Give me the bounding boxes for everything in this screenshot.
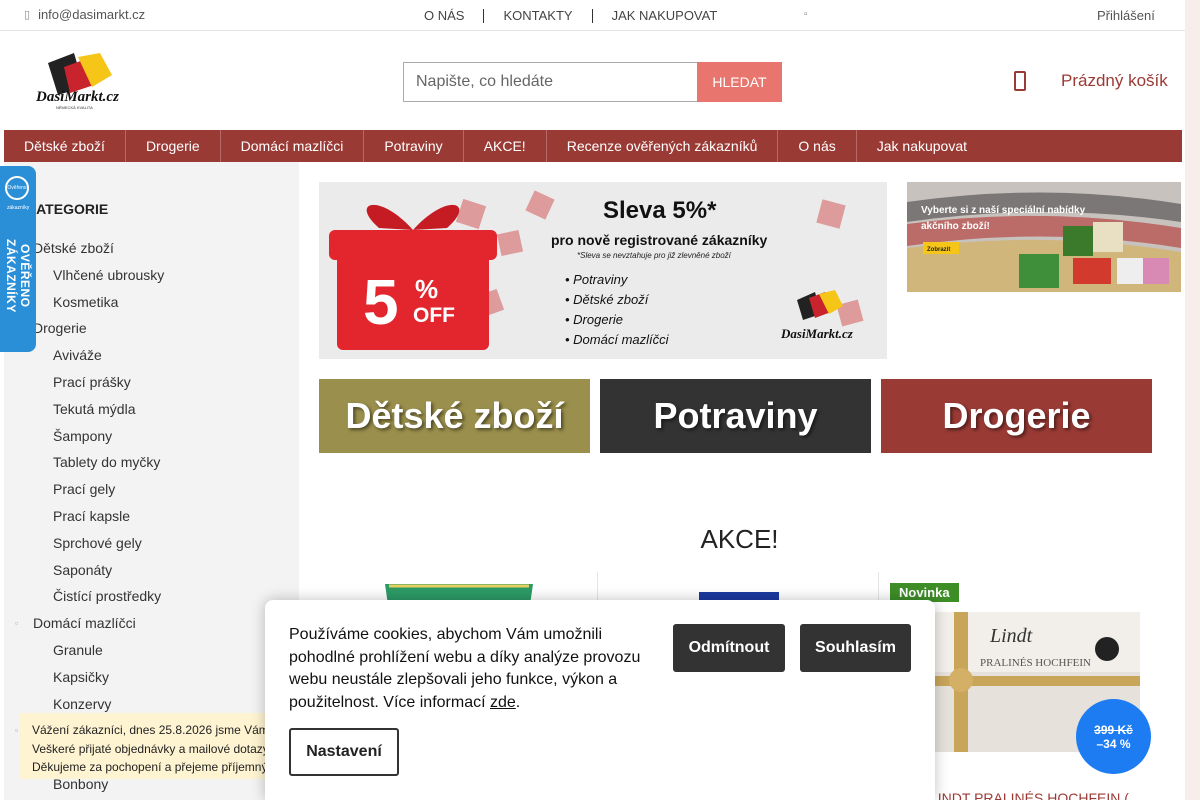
cookie-more-link[interactable]: zde <box>490 694 516 711</box>
top-link-o-nas[interactable]: O NÁS <box>424 8 464 23</box>
store-notice: Vážení zákazníci, dnes 25.8.2026 jsme Vá… <box>20 713 285 779</box>
verified-customers-badge[interactable]: Ověřeno zákazníky OVĚŘENO ZÁKAZNÍKY <box>0 166 36 352</box>
category-item[interactable]: Drogerie <box>4 315 299 342</box>
promo-percent: 5 <box>363 266 399 338</box>
promo-banner-main[interactable]: 5 % OFF Sleva 5%* pro nově registrované … <box>319 182 887 359</box>
svg-text:• Dětské zboží: • Dětské zboží <box>565 292 650 307</box>
discount-badge: 399 Kč –34 % <box>1076 699 1151 774</box>
tile-drogerie[interactable]: Drogerie <box>881 379 1152 453</box>
cookie-consent-dialog: Používáme cookies, abychom Vám umožnili … <box>265 600 935 800</box>
cookie-settings-button[interactable]: Nastavení <box>289 728 399 776</box>
subcategory-item[interactable]: Prací kapsle <box>4 503 299 530</box>
nav-potraviny[interactable]: Potraviny <box>364 130 464 162</box>
subcategory-item[interactable]: Prací prášky <box>4 369 299 396</box>
nav-jak-nakupovat[interactable]: Jak nakupovat <box>857 130 987 162</box>
nav-detske-zbozi[interactable]: Dětské zboží <box>4 130 126 162</box>
nav-domaci-mazlicci[interactable]: Domácí mazlíčci <box>221 130 365 162</box>
scrollbar[interactable] <box>1185 0 1200 800</box>
divider <box>591 8 593 23</box>
side-banner-button: Zobrazit <box>927 247 950 253</box>
subcategory-item[interactable]: Sprchové gely <box>4 530 299 557</box>
main-nav: Dětské zboží Drogerie Domácí mazlíčci Po… <box>4 130 1182 162</box>
cookie-reject-button[interactable]: Odmítnout <box>673 624 785 672</box>
subcategory-item[interactable]: Čistící prostředky <box>4 583 299 610</box>
cookie-accept-button[interactable]: Souhlasím <box>800 624 911 672</box>
verified-text: OVĚŘENO ZÁKAZNÍKY <box>4 239 32 313</box>
subcategory-item[interactable]: Kapsičky <box>4 664 299 691</box>
promo-banner-side[interactable]: Vyberte si z naší speciální nabídky akčn… <box>907 182 1181 292</box>
subcategory-item[interactable]: Prací gely <box>4 476 299 503</box>
site-logo[interactable]: DasiMarkt.cz NĚMECKÁ KVALITA <box>34 49 120 111</box>
promo-item-1: Potraviny <box>573 272 629 287</box>
top-links: O NÁS KONTAKTY JAK NAKUPOVAT <box>424 8 717 23</box>
verified-logo-icon: Ověřeno zákazníky <box>5 176 29 211</box>
side-banner-line2: akčního zboží! <box>921 221 990 232</box>
tile-detske-zbozi[interactable]: Dětské zboží <box>319 379 590 453</box>
section-title-akce: AKCE! <box>700 524 779 554</box>
promo-item-4: Domácí mazlíčci <box>573 332 669 347</box>
contact-email[interactable]: ▯ info@dasimarkt.cz <box>24 7 145 22</box>
top-link-kontakty[interactable]: KONTAKTY <box>503 8 572 23</box>
promo-title: Sleva 5%* <box>603 197 717 224</box>
notice-line-3: Děkujeme za pochopení a přejeme příjemný <box>32 760 268 774</box>
category-title: KATEGORIE <box>26 201 109 217</box>
top-bar: ▯ info@dasimarkt.cz O NÁS KONTAKTY JAK N… <box>0 0 1185 31</box>
search-button[interactable]: HLEDAT <box>697 62 782 102</box>
notice-line-1: Vážení zákazníci, dnes 25.8.2026 jsme Vá… <box>32 723 269 737</box>
email-text: info@dasimarkt.cz <box>38 7 146 22</box>
category-item[interactable]: Domácí mazlíčci <box>4 610 299 637</box>
cart-label: Prázdný košík <box>1061 71 1168 90</box>
promo-note: *Sleva se nevztahuje pro již zlevněné zb… <box>577 251 732 260</box>
more-links-icon[interactable]: ▫ <box>804 9 808 20</box>
logo-tagline: NĚMECKÁ KVALITA <box>56 105 93 110</box>
subcategory-item[interactable]: Aviváže <box>4 342 299 369</box>
promo-subtitle: pro nově registrované zákazníky <box>551 232 768 248</box>
old-price: 399 Kč <box>1094 723 1133 737</box>
login-link[interactable]: Přihlášení <box>1097 8 1155 23</box>
subcategory-item[interactable]: Šampony <box>4 423 299 450</box>
promo-item-3: Drogerie <box>573 312 623 327</box>
svg-text:• Domácí mazlíčci: • Domácí mazlíčci <box>565 332 670 347</box>
promo-percent-sign: % <box>415 274 438 304</box>
notice-line-2: Veškeré přijaté objednávky a mailové dot… <box>32 741 269 756</box>
svg-text:• Potraviny: • Potraviny <box>565 272 629 287</box>
category-item[interactable]: Dětské zboží <box>4 235 299 262</box>
search-input[interactable] <box>403 62 697 102</box>
subcategory-item[interactable]: Kosmetika <box>4 289 299 316</box>
svg-text:• Drogerie: • Drogerie <box>565 312 623 327</box>
nav-akce[interactable]: AKCE! <box>464 130 547 162</box>
phone-icon: ▯ <box>24 9 31 21</box>
product-line: PRALINÉS HOCHFEIN <box>980 657 1091 669</box>
search-box: HLEDAT <box>403 62 782 102</box>
discount-percent: –34 % <box>1096 737 1131 751</box>
nav-o-nas[interactable]: O nás <box>778 130 857 162</box>
subcategory-item[interactable]: Tablety do myčky <box>4 449 299 476</box>
cookie-message: Používáme cookies, abychom Vám umožnili … <box>289 626 641 711</box>
cart[interactable]: Prázdný košík <box>1014 71 1168 91</box>
tile-potraviny[interactable]: Potraviny <box>600 379 871 453</box>
promo-item-2: Dětské zboží <box>573 292 650 307</box>
product-brand: Lindt <box>989 625 1033 647</box>
divider <box>483 8 485 23</box>
side-banner-line1: Vyberte si z naší speciální nabídky <box>921 205 1086 216</box>
top-link-jak-nakupovat[interactable]: JAK NAKUPOVAT <box>612 8 718 23</box>
nav-drogerie[interactable]: Drogerie <box>126 130 221 162</box>
logo-text: DasiMarkt.cz <box>35 89 119 105</box>
cookie-text: Používáme cookies, abychom Vám umožnili … <box>289 626 641 711</box>
nav-recenze[interactable]: Recenze ověřených zákazníků <box>547 130 779 162</box>
promo-off: OFF <box>413 304 455 327</box>
promo-logo: DasiMarkt.cz <box>780 326 854 341</box>
subcategory-item[interactable]: Vlhčené ubrousky <box>4 262 299 289</box>
subcategory-item[interactable]: Saponáty <box>4 557 299 584</box>
product-name[interactable]: LINDT PRALINÉS HOCHFEIN ( <box>930 790 1129 800</box>
cart-icon <box>1014 71 1026 91</box>
header: DasiMarkt.cz NĚMECKÁ KVALITA HLEDAT Práz… <box>0 31 1185 130</box>
category-sidebar: KATEGORIE Dětské zbožíVlhčené ubrouskyKo… <box>4 162 299 800</box>
subcategory-item[interactable]: Tekutá mýdla <box>4 396 299 423</box>
subcategory-item[interactable]: Granule <box>4 637 299 664</box>
